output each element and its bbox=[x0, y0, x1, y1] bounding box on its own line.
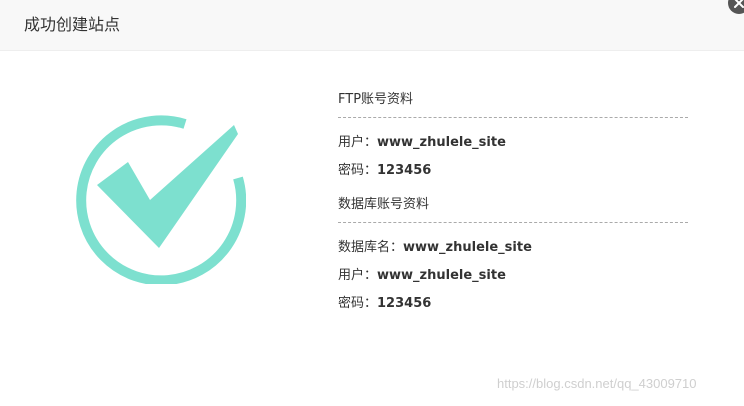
database-user-value: www_zhulele_site bbox=[377, 268, 506, 283]
checkmark-circle-icon bbox=[76, 115, 246, 284]
database-user-label: 用户： bbox=[338, 268, 378, 283]
success-dialog: 成功创建站点 FTP账号资料 用户：www_zhulele_site 密码：12… bbox=[0, 0, 744, 406]
ftp-user-value: www_zhulele_site bbox=[377, 135, 506, 150]
dialog-header: 成功创建站点 bbox=[0, 0, 744, 51]
database-password-row: 密码：123456 bbox=[338, 290, 688, 318]
dialog-title: 成功创建站点 bbox=[24, 15, 121, 34]
database-user-row: 用户：www_zhulele_site bbox=[338, 262, 688, 290]
database-password-label: 密码： bbox=[338, 296, 378, 311]
database-name-row: 数据库名：www_zhulele_site bbox=[338, 234, 688, 262]
ftp-password-label: 密码： bbox=[338, 163, 378, 178]
ftp-user-label: 用户： bbox=[338, 135, 378, 150]
database-name-label: 数据库名： bbox=[338, 240, 404, 255]
account-info: FTP账号资料 用户：www_zhulele_site 密码：123456 数据… bbox=[338, 90, 688, 318]
database-heading: 数据库账号资料 bbox=[338, 195, 688, 223]
ftp-heading: FTP账号资料 bbox=[338, 90, 688, 118]
close-icon bbox=[734, 0, 744, 8]
ftp-section: FTP账号资料 用户：www_zhulele_site 密码：123456 bbox=[338, 90, 688, 185]
database-password-value: 123456 bbox=[377, 296, 432, 311]
ftp-password-row: 密码：123456 bbox=[338, 157, 688, 185]
ftp-user-row: 用户：www_zhulele_site bbox=[338, 129, 688, 157]
database-section: 数据库账号资料 数据库名：www_zhulele_site 用户：www_zhu… bbox=[338, 195, 688, 318]
database-name-value: www_zhulele_site bbox=[403, 240, 532, 255]
watermark: https://blog.csdn.net/qq_43009710 bbox=[497, 376, 697, 391]
ftp-password-value: 123456 bbox=[377, 163, 432, 178]
